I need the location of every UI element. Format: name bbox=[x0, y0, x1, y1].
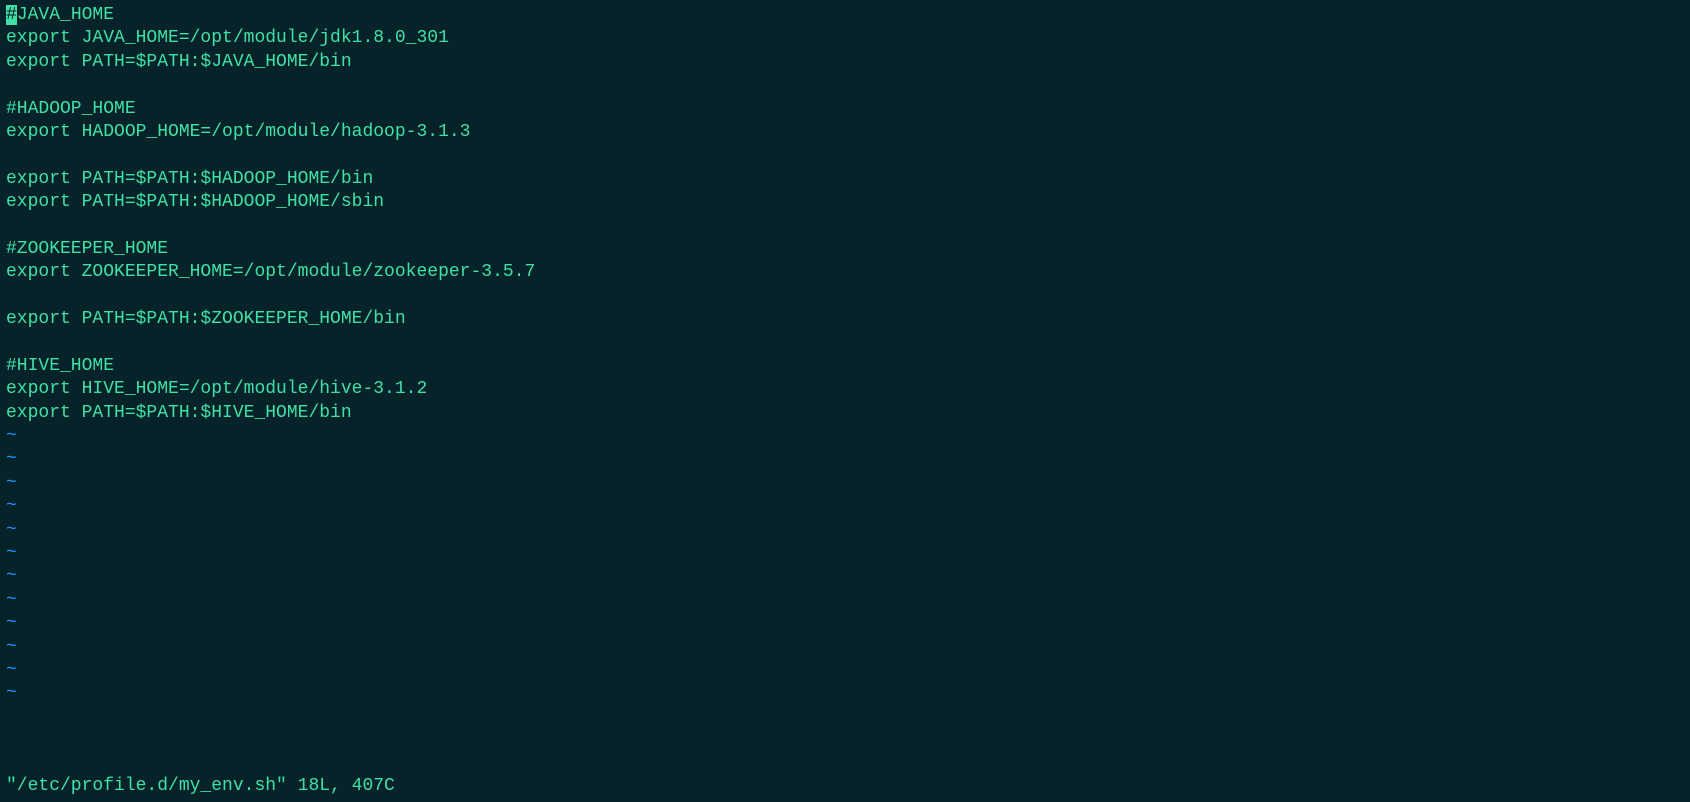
file-line: #HADOOP_HOME bbox=[6, 98, 1684, 121]
empty-line-tilde: ~ bbox=[6, 612, 1684, 635]
empty-line-tilde: ~ bbox=[6, 425, 1684, 448]
file-line: export HIVE_HOME=/opt/module/hive-3.1.2 bbox=[6, 378, 1684, 401]
file-line: export PATH=$PATH:$JAVA_HOME/bin bbox=[6, 51, 1684, 74]
file-line: #JAVA_HOME bbox=[6, 4, 1684, 27]
file-line: export PATH=$PATH:$HADOOP_HOME/sbin bbox=[6, 191, 1684, 214]
empty-line-tilde: ~ bbox=[6, 542, 1684, 565]
file-line bbox=[6, 215, 1684, 238]
cursor: # bbox=[6, 5, 17, 25]
empty-line-tilde: ~ bbox=[6, 472, 1684, 495]
file-line bbox=[6, 331, 1684, 354]
empty-line-tilde: ~ bbox=[6, 565, 1684, 588]
file-line: export PATH=$PATH:$ZOOKEEPER_HOME/bin bbox=[6, 308, 1684, 331]
vim-editor[interactable]: #JAVA_HOME export JAVA_HOME=/opt/module/… bbox=[6, 4, 1684, 798]
file-line: export ZOOKEEPER_HOME=/opt/module/zookee… bbox=[6, 261, 1684, 284]
empty-line-tilde: ~ bbox=[6, 495, 1684, 518]
file-line: #ZOOKEEPER_HOME bbox=[6, 238, 1684, 261]
empty-line-tilde: ~ bbox=[6, 448, 1684, 471]
file-line bbox=[6, 285, 1684, 308]
text-buffer[interactable]: #JAVA_HOME export JAVA_HOME=/opt/module/… bbox=[6, 4, 1684, 775]
file-line: export HADOOP_HOME=/opt/module/hadoop-3.… bbox=[6, 121, 1684, 144]
empty-line-tilde: ~ bbox=[6, 589, 1684, 612]
vim-status-line: "/etc/profile.d/my_env.sh" 18L, 407C bbox=[6, 775, 1684, 798]
empty-line-tilde: ~ bbox=[6, 682, 1684, 705]
empty-line-tilde: ~ bbox=[6, 519, 1684, 542]
file-line: export JAVA_HOME=/opt/module/jdk1.8.0_30… bbox=[6, 27, 1684, 50]
file-line: #HIVE_HOME bbox=[6, 355, 1684, 378]
empty-line-tilde: ~ bbox=[6, 659, 1684, 682]
file-line bbox=[6, 144, 1684, 167]
empty-line-tilde: ~ bbox=[6, 636, 1684, 659]
file-line bbox=[6, 74, 1684, 97]
file-line: export PATH=$PATH:$HIVE_HOME/bin bbox=[6, 402, 1684, 425]
line-text: JAVA_HOME bbox=[17, 5, 114, 25]
file-line: export PATH=$PATH:$HADOOP_HOME/bin bbox=[6, 168, 1684, 191]
